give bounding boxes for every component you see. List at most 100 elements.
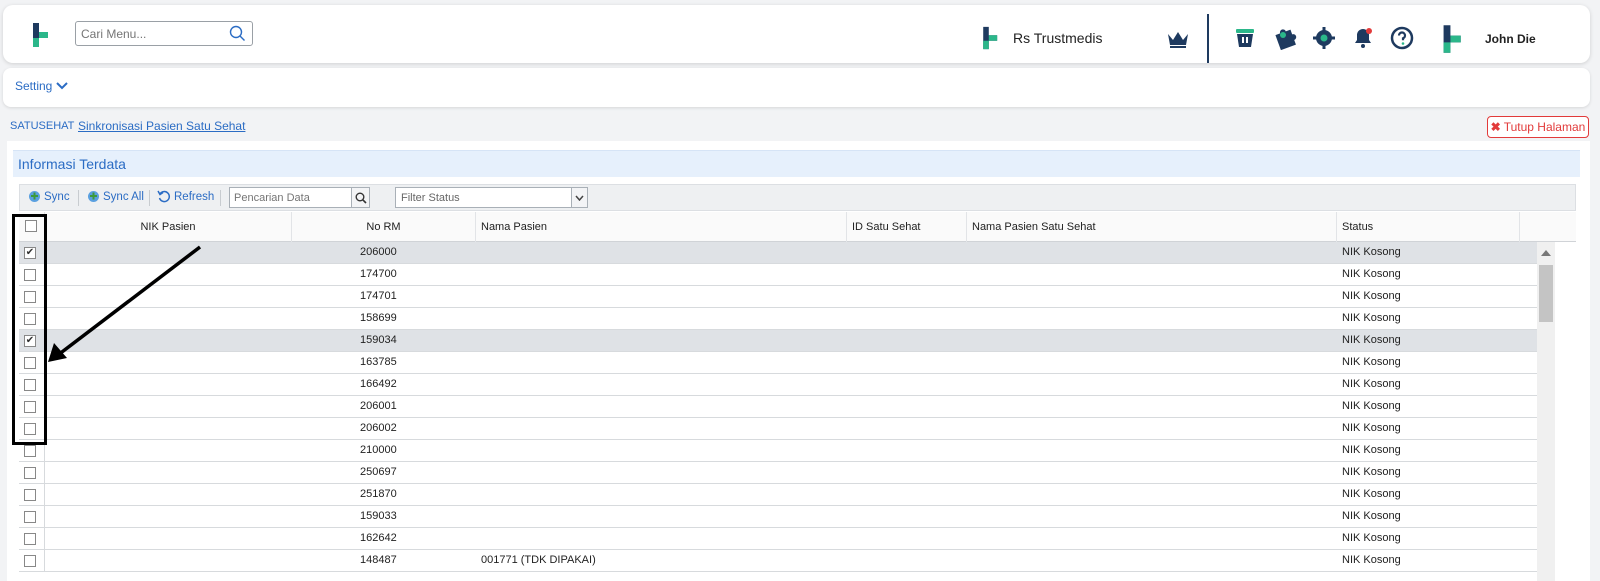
row-checkbox[interactable]: ✔ [24,335,36,347]
header-select-all-cell [19,212,45,242]
sync-label: Sync [44,190,70,203]
column-header-nama-satu-sehat[interactable]: Nama Pasien Satu Sehat [967,212,1337,242]
data-panel: Informasi Terdata Sync Sync All Refresh [7,141,1590,581]
table-row[interactable]: ✔ 206000 NIK Kosong [19,242,1537,264]
cell-status: NIK Kosong [1342,510,1401,522]
cell-status: NIK Kosong [1342,334,1401,346]
status-filter-placeholder: Filter Status [401,192,460,204]
table-row[interactable]: 159033 NIK Kosong [19,506,1537,528]
table-row[interactable]: 174700 NIK Kosong [19,264,1537,286]
panel-header: Informasi Terdata [13,150,1580,177]
row-checkbox[interactable] [24,313,36,325]
refresh-label: Refresh [174,190,215,203]
select-all-checkbox[interactable] [25,220,37,232]
gear-icon[interactable] [1312,26,1336,50]
chevron-down-icon [575,195,584,201]
data-search[interactable] [229,187,370,208]
cell-no-rm: 206000 [360,246,397,258]
cell-no-rm: 162642 [360,532,397,544]
cell-no-rm: 159033 [360,510,397,522]
cell-status: NIK Kosong [1342,466,1401,478]
vertical-scrollbar[interactable] [1537,242,1555,581]
cell-status: NIK Kosong [1342,422,1401,434]
column-header-id-satu-sehat[interactable]: ID Satu Sehat [847,212,967,242]
column-header-no-rm[interactable]: No RM [292,212,476,242]
row-select-cell [19,374,45,396]
row-select-cell [19,286,45,308]
setting-menu-button[interactable]: Setting [15,79,69,93]
hospital-name: Rs Trustmedis [1013,30,1103,46]
basket-icon[interactable] [1233,26,1257,50]
bell-icon[interactable] [1351,26,1375,50]
table-row[interactable]: 206002 NIK Kosong [19,418,1537,440]
help-icon[interactable] [1390,26,1414,50]
table-row[interactable]: 174701 NIK Kosong [19,286,1537,308]
status-filter-dropdown[interactable] [571,188,587,207]
scroll-up-icon[interactable] [1541,250,1551,256]
table-row[interactable]: 251870 NIK Kosong [19,484,1537,506]
user-avatar-icon[interactable] [1431,23,1463,55]
user-name[interactable]: John Die [1485,32,1536,46]
chevron-down-icon [56,82,69,90]
menu-search-input[interactable] [81,23,226,44]
row-checkbox[interactable] [24,533,36,545]
breadcrumb-root[interactable]: SATUSEHAT [10,120,74,132]
table-row[interactable]: 206001 NIK Kosong [19,396,1537,418]
row-checkbox[interactable] [24,291,36,303]
row-select-cell [19,396,45,418]
table-row[interactable]: ✔ 159034 NIK Kosong [19,330,1537,352]
row-checkbox[interactable] [24,357,36,369]
cell-status: NIK Kosong [1342,554,1401,566]
table-row[interactable]: 148487 001771 (TDK DIPAKAI) NIK Kosong [19,550,1537,572]
close-page-button[interactable]: ✖ Tutup Halaman [1487,116,1589,138]
row-checkbox[interactable]: ✔ [24,247,36,259]
table-row[interactable]: 166492 NIK Kosong [19,374,1537,396]
scrollbar-thumb[interactable] [1539,265,1553,322]
search-icon[interactable] [229,25,246,42]
crown-icon[interactable] [1166,29,1190,49]
grid-body: ✔ 206000 NIK Kosong 174700 NIK Kosong 174701 N… [19,242,1537,581]
column-header-status[interactable]: Status [1337,212,1520,242]
setting-bar: Setting [3,68,1590,107]
sync-all-button[interactable]: Sync All [87,190,144,203]
row-checkbox[interactable] [24,555,36,567]
table-row[interactable]: 210000 NIK Kosong [19,440,1537,462]
refresh-button[interactable]: Refresh [157,190,214,203]
sync-icon [29,191,40,202]
cell-no-rm: 159034 [360,334,397,346]
row-checkbox[interactable] [24,379,36,391]
puzzle-icon[interactable] [1273,26,1297,50]
column-header-nik[interactable]: NIK Pasien [45,212,292,242]
cell-no-rm: 251870 [360,488,397,500]
app-logo-icon[interactable] [22,21,50,49]
status-filter[interactable]: Filter Status [395,187,588,208]
column-header-nama[interactable]: Nama Pasien [476,212,847,242]
table-row[interactable]: 250697 NIK Kosong [19,462,1537,484]
cell-no-rm: 206001 [360,400,397,412]
hospital-info: Rs Trustmedis [973,25,1102,51]
menu-search[interactable] [75,21,253,46]
table-row[interactable]: 163785 NIK Kosong [19,352,1537,374]
row-select-cell [19,308,45,330]
breadcrumb-page[interactable]: Sinkronisasi Pasien Satu Sehat [78,119,245,133]
row-checkbox[interactable] [24,511,36,523]
row-select-cell [19,462,45,484]
table-row[interactable]: 158699 NIK Kosong [19,308,1537,330]
cell-no-rm: 206002 [360,422,397,434]
row-checkbox[interactable] [24,423,36,435]
row-checkbox[interactable] [24,269,36,281]
row-checkbox[interactable] [24,401,36,413]
sync-button[interactable]: Sync [28,190,70,203]
data-search-input[interactable] [234,188,354,207]
table-row[interactable]: 162642 NIK Kosong [19,528,1537,550]
cell-status: NIK Kosong [1342,488,1401,500]
cell-status: NIK Kosong [1342,246,1401,258]
cell-no-rm: 166492 [360,378,397,390]
hospital-logo-icon [983,26,998,50]
row-checkbox[interactable] [24,489,36,501]
header-divider [1207,14,1209,63]
row-checkbox[interactable] [24,467,36,479]
setting-label: Setting [15,79,53,93]
data-search-button[interactable] [351,188,369,207]
row-checkbox[interactable] [24,445,36,457]
